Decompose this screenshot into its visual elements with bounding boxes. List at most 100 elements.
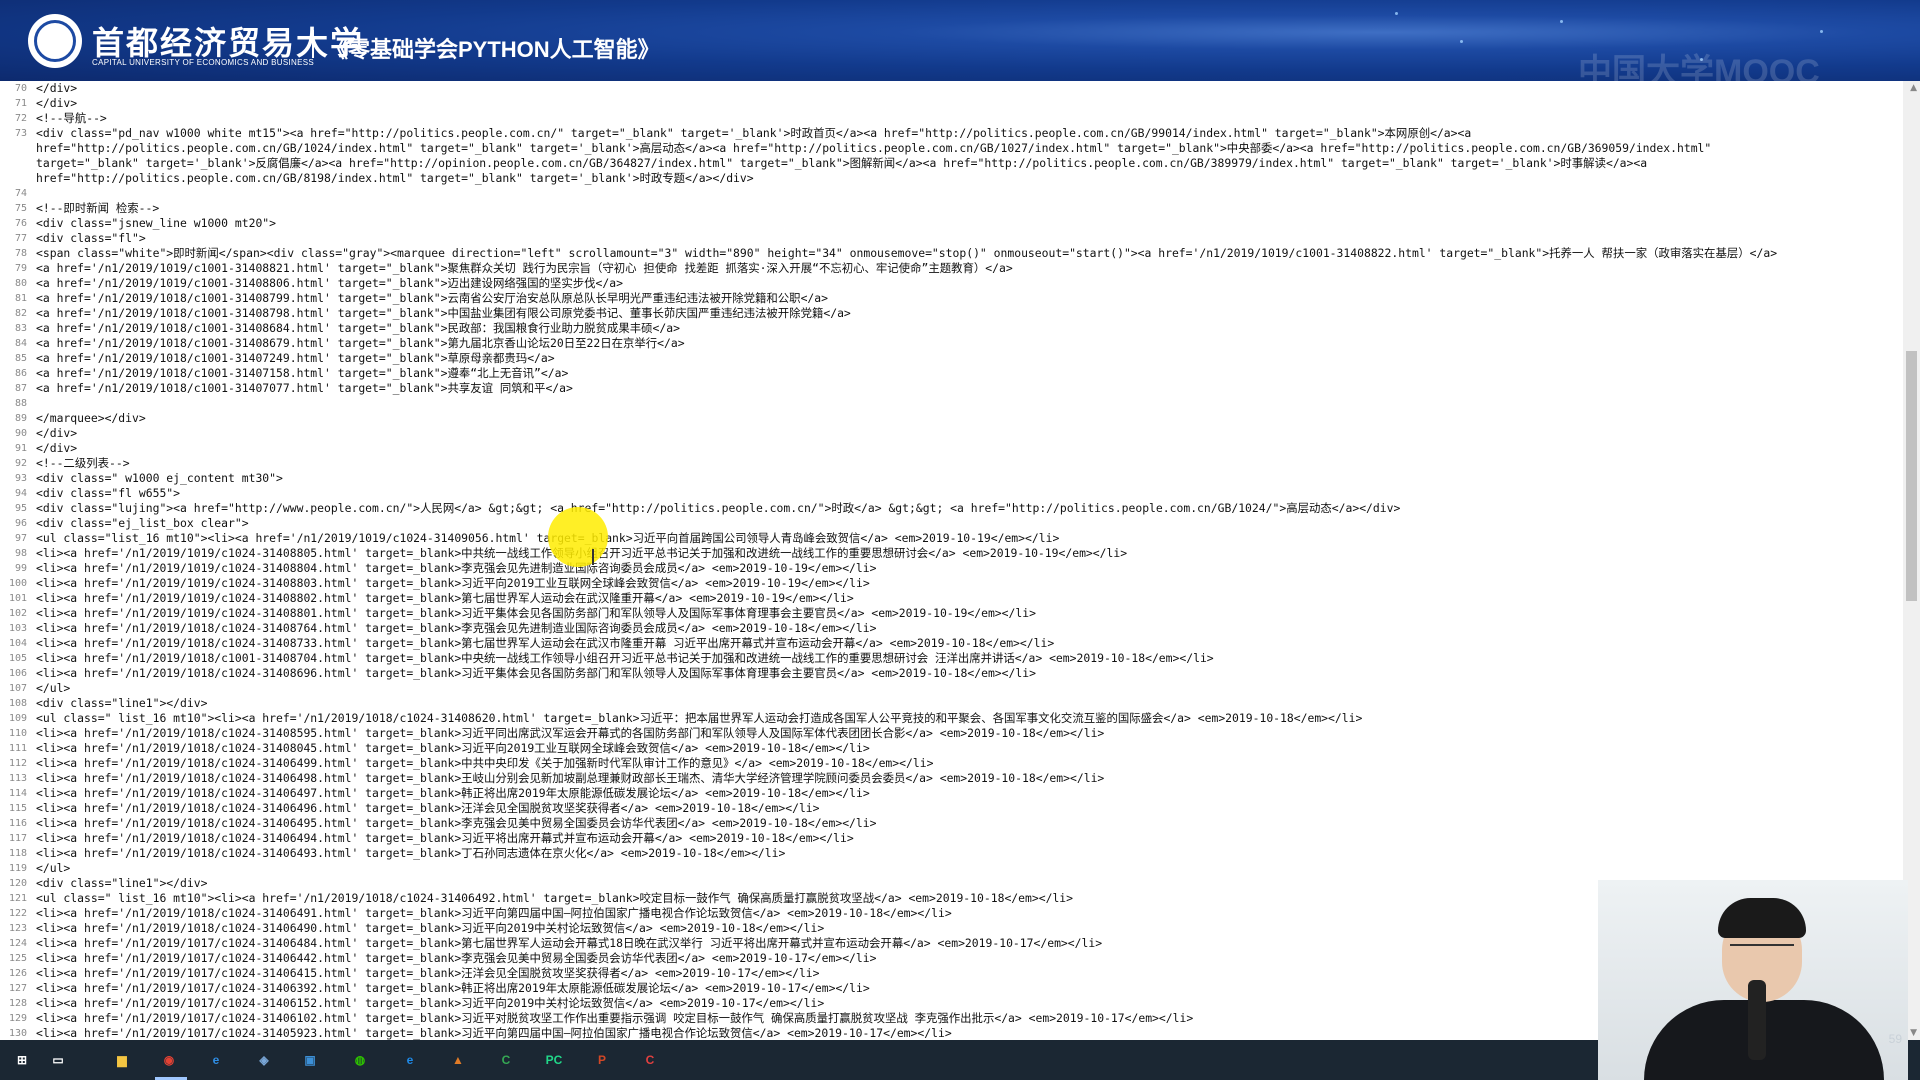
code-line[interactable]: 113 <li><a href='/n1/2019/1018/c1024-3140… <box>0 771 1903 786</box>
code-line[interactable]: 73 <div class="pd_nav w1000 white mt15"><… <box>0 126 1903 141</box>
code-line[interactable]: href="http://politics.people.com.cn/GB/8… <box>0 171 1903 186</box>
code-line[interactable]: 95 <div class="lujing"><a href="http://w… <box>0 501 1903 516</box>
powerpoint-icon[interactable]: P <box>588 1046 616 1074</box>
line-text: <div class="fl"> <box>36 231 146 245</box>
line-number: 90 <box>14 428 27 439</box>
banner-sparkle <box>1560 20 1563 23</box>
line-text: </div> <box>36 426 78 440</box>
chrome-icon[interactable]: ◉ <box>155 1046 183 1074</box>
code-line[interactable]: 82 <a href='/n1/2019/1018/c1001-31408798.… <box>0 306 1903 321</box>
code-line[interactable]: 78 <span class="white">即时新闻</span><div cl… <box>0 246 1903 261</box>
code-line[interactable]: target="_blank" target='_blank'>反腐倡廉</a>… <box>0 156 1903 171</box>
code-line[interactable]: 111 <li><a href='/n1/2019/1018/c1024-3140… <box>0 741 1903 756</box>
paint-icon[interactable]: ▣ <box>296 1046 324 1074</box>
code-line[interactable]: 88 <box>0 396 1903 411</box>
code-line[interactable]: 94 <div class="fl w655"> <box>0 486 1903 501</box>
line-number: 117 <box>8 833 27 844</box>
code-line[interactable]: 116 <li><a href='/n1/2019/1018/c1024-3140… <box>0 816 1903 831</box>
code-line[interactable]: 72 <!--导航--> <box>0 111 1903 126</box>
code-line[interactable]: 102 <li><a href='/n1/2019/1019/c1024-3140… <box>0 606 1903 621</box>
code-line[interactable]: 91 </div> <box>0 441 1903 456</box>
code-line[interactable]: 108 <div class="line1"></div> <box>0 696 1903 711</box>
code-line[interactable]: href="http://politics.people.com.cn/GB/1… <box>0 141 1903 156</box>
line-text: <div class="lujing"><a href="http://www.… <box>36 501 1401 515</box>
code-line[interactable]: 114 <li><a href='/n1/2019/1018/c1024-3140… <box>0 786 1903 801</box>
presenter-hair <box>1718 898 1806 938</box>
code-line[interactable]: 118 <li><a href='/n1/2019/1018/c1024-3140… <box>0 846 1903 861</box>
code-line[interactable]: 74 <box>0 186 1903 201</box>
code-line[interactable]: 83 <a href='/n1/2019/1018/c1001-31408684.… <box>0 321 1903 336</box>
scroll-down-icon[interactable]: ▼ <box>1910 1028 1917 1038</box>
wechat-icon[interactable]: ◍ <box>346 1046 374 1074</box>
code-line[interactable]: 117 <li><a href='/n1/2019/1018/c1024-3140… <box>0 831 1903 846</box>
scrollbar-thumb[interactable] <box>1906 351 1917 601</box>
line-text: href="http://politics.people.com.cn/GB/1… <box>36 141 1712 155</box>
code-line[interactable]: 115 <li><a href='/n1/2019/1018/c1024-3140… <box>0 801 1903 816</box>
line-number: 82 <box>14 308 27 319</box>
line-number: 84 <box>14 338 27 349</box>
code-line[interactable]: 112 <li><a href='/n1/2019/1018/c1024-3140… <box>0 756 1903 771</box>
windows-start-icon[interactable]: ⊞ <box>8 1046 36 1074</box>
code-line[interactable]: 87 <a href='/n1/2019/1018/c1001-31407077.… <box>0 381 1903 396</box>
code-line[interactable]: 90 </div> <box>0 426 1903 441</box>
line-number: 83 <box>14 323 27 334</box>
code-line[interactable]: 86 <a href='/n1/2019/1018/c1001-31407158.… <box>0 366 1903 381</box>
line-number: 115 <box>8 803 27 814</box>
code-line[interactable]: 98 <li><a href='/n1/2019/1019/c1024-31408… <box>0 546 1903 561</box>
cursor-highlight <box>548 507 608 567</box>
line-number: 77 <box>14 233 27 244</box>
code-line[interactable]: 100 <li><a href='/n1/2019/1019/c1024-3140… <box>0 576 1903 591</box>
line-text: <div class="jsnew_line w1000 mt20"> <box>36 216 277 230</box>
code-line[interactable]: 101 <li><a href='/n1/2019/1019/c1024-3140… <box>0 591 1903 606</box>
line-number: 109 <box>8 713 27 724</box>
presenter-webcam: 59 <box>1598 880 1908 1080</box>
code-line[interactable]: 93 <div class=" w1000 ej_content mt30"> <box>0 471 1903 486</box>
code-line[interactable]: 109 <ul class=" list_16 mt10"><li><a hre… <box>0 711 1903 726</box>
presenter-glasses <box>1730 944 1794 962</box>
code-line[interactable]: 97 <ul class="list_16 mt10"><li><a href=… <box>0 531 1903 546</box>
code-line[interactable]: 96 <div class="ej_list_box clear"> <box>0 516 1903 531</box>
code-line[interactable]: 79 <a href='/n1/2019/1019/c1001-31408821.… <box>0 261 1903 276</box>
line-number: 85 <box>14 353 27 364</box>
task-view-icon[interactable]: ▭ <box>44 1046 72 1074</box>
code-line[interactable]: 84 <a href='/n1/2019/1018/c1001-31408679.… <box>0 336 1903 351</box>
code-line[interactable]: 75 <!--即时新闻 检索--> <box>0 201 1903 216</box>
code-line[interactable]: 104 <li><a href='/n1/2019/1018/c1024-3140… <box>0 636 1903 651</box>
code-line[interactable]: 106 <li><a href='/n1/2019/1018/c1024-3140… <box>0 666 1903 681</box>
code-line[interactable]: 70 </div> <box>0 81 1903 96</box>
code-line[interactable]: 103 <li><a href='/n1/2019/1018/c1024-3140… <box>0 621 1903 636</box>
scroll-up-icon[interactable]: ▲ <box>1910 83 1917 93</box>
line-number: 71 <box>14 98 27 109</box>
line-number: 122 <box>8 908 27 919</box>
code-line[interactable]: 92 <!--二级列表--> <box>0 456 1903 471</box>
code-line[interactable]: 89 </marquee></div> <box>0 411 1903 426</box>
code-line[interactable]: 76 <div class="jsnew_line w1000 mt20"> <box>0 216 1903 231</box>
code-line[interactable]: 81 <a href='/n1/2019/1018/c1001-31408799.… <box>0 291 1903 306</box>
code-line[interactable]: 119 </ul> <box>0 861 1903 876</box>
code-line[interactable]: 99 <li><a href='/n1/2019/1019/c1024-31408… <box>0 561 1903 576</box>
line-text: <span class="white">即时新闻</span><div clas… <box>36 246 1778 260</box>
recorder-icon[interactable]: C <box>636 1046 664 1074</box>
line-number: 95 <box>14 503 27 514</box>
code-line[interactable]: 71 </div> <box>0 96 1903 111</box>
code-line[interactable]: 85 <a href='/n1/2019/1018/c1001-31407249.… <box>0 351 1903 366</box>
banner-sparkle <box>1820 30 1823 33</box>
line-number: 73 <box>14 128 27 139</box>
edge-icon[interactable]: e <box>396 1046 424 1074</box>
line-text: <li><a href='/n1/2019/1018/c1024-3140649… <box>36 906 952 920</box>
file-explorer-icon[interactable]: ▆ <box>108 1046 136 1074</box>
line-number: 100 <box>8 578 27 589</box>
camtasia-icon[interactable]: C <box>492 1046 520 1074</box>
code-line[interactable]: 107 </ul> <box>0 681 1903 696</box>
line-number: 75 <box>14 203 27 214</box>
code-line[interactable]: 80 <a href='/n1/2019/1019/c1001-31408806.… <box>0 276 1903 291</box>
code-line[interactable]: 110 <li><a href='/n1/2019/1018/c1024-3140… <box>0 726 1903 741</box>
code-line[interactable]: 105 <li><a href='/n1/2019/1018/c1001-3140… <box>0 651 1903 666</box>
matlab-icon[interactable]: ▲ <box>444 1046 472 1074</box>
pycharm-icon[interactable]: PC <box>540 1046 568 1074</box>
text-cursor-icon <box>592 549 594 565</box>
code-line[interactable]: 77 <div class="fl"> <box>0 231 1903 246</box>
app-icon[interactable]: ◈ <box>250 1046 278 1074</box>
ie-icon[interactable]: e <box>202 1046 230 1074</box>
line-number: 130 <box>8 1028 27 1039</box>
